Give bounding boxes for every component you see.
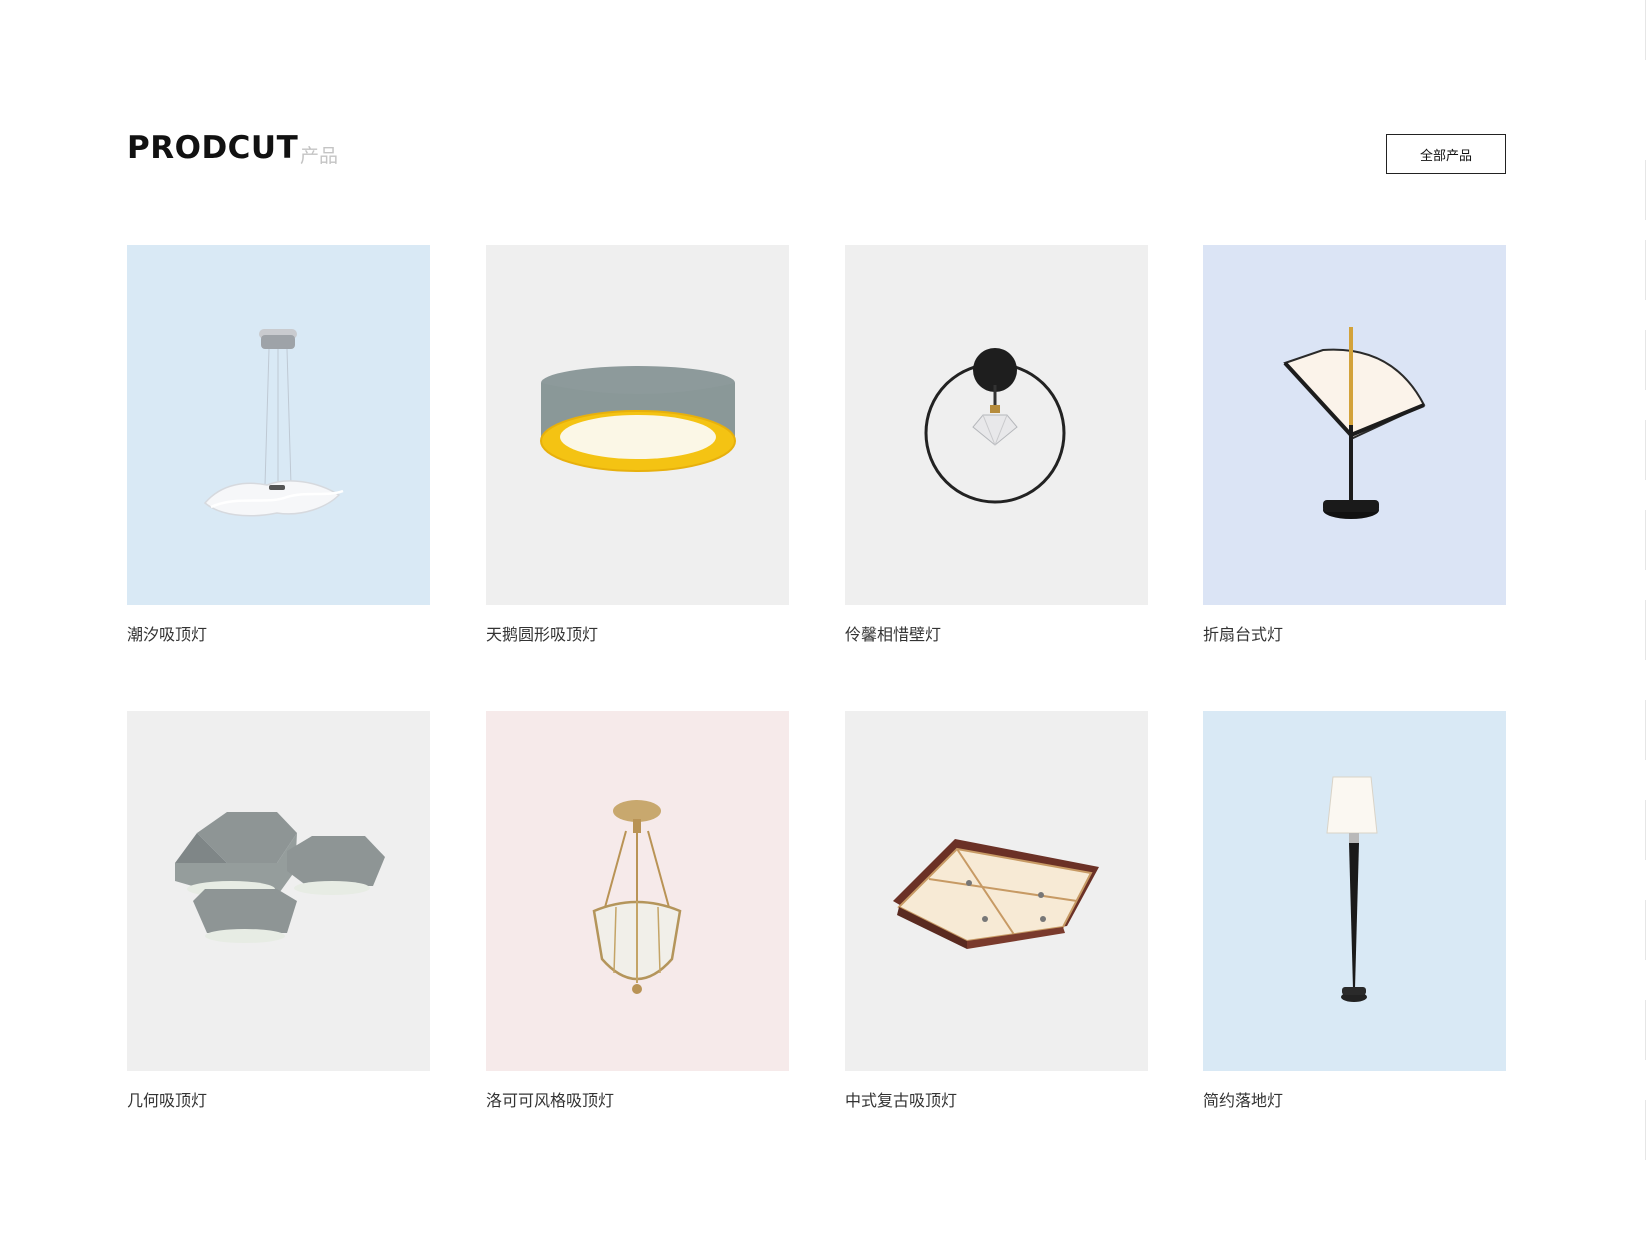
hexagon-ceiling-lamp-icon [175,812,385,943]
product-card[interactable]: 天鹅圆形吸顶灯 [486,245,789,645]
product-card[interactable]: 伶馨相惜壁灯 [845,245,1148,645]
product-image [127,245,430,605]
product-card[interactable]: 几何吸顶灯 [127,711,430,1111]
product-card[interactable]: 中式复古吸顶灯 [845,711,1148,1111]
product-image [845,711,1148,1071]
round-ceiling-lamp-icon [540,366,736,472]
product-card[interactable]: 洛可可风格吸顶灯 [486,711,789,1111]
products-page: PRODCUT 产品 全部产品 潮汐吸顶灯 天鹅圆形吸顶灯 伶馨相惜壁灯 折扇台… [0,0,1649,1248]
product-image [1203,245,1506,605]
product-card[interactable]: 折扇台式灯 [1203,245,1506,645]
product-name: 折扇台式灯 [1203,625,1284,644]
pendant-wave-lamp-icon [203,329,344,517]
product-name: 几何吸顶灯 [127,1091,208,1110]
ring-wall-lamp-icon [924,348,1066,504]
product-name: 伶馨相惜壁灯 [845,625,942,644]
product-image [127,711,430,1071]
floor-lamp-icon [1326,776,1378,1002]
rococo-pendant-lamp-icon [592,800,682,994]
page-scroll-track[interactable] [1645,0,1649,1248]
product-name: 天鹅圆形吸顶灯 [486,625,599,644]
product-name: 中式复古吸顶灯 [845,1091,958,1110]
product-name: 简约落地灯 [1203,1091,1284,1110]
product-card[interactable]: 简约落地灯 [1203,711,1506,1111]
product-image [486,711,789,1071]
product-name: 洛可可风格吸顶灯 [486,1091,615,1110]
section-subtitle: 产品 [300,145,339,167]
section-header: PRODCUT 产品 全部产品 [127,126,1506,176]
fan-table-lamp-icon [1283,327,1426,519]
product-card[interactable]: 潮汐吸顶灯 [127,245,430,645]
product-image [845,245,1148,605]
section-title: PRODCUT [127,130,299,166]
chinese-square-ceiling-lamp-icon [893,839,1099,949]
product-name: 潮汐吸顶灯 [127,625,208,644]
product-image [486,245,789,605]
all-products-button[interactable]: 全部产品 [1386,134,1506,174]
product-image [1203,711,1506,1071]
